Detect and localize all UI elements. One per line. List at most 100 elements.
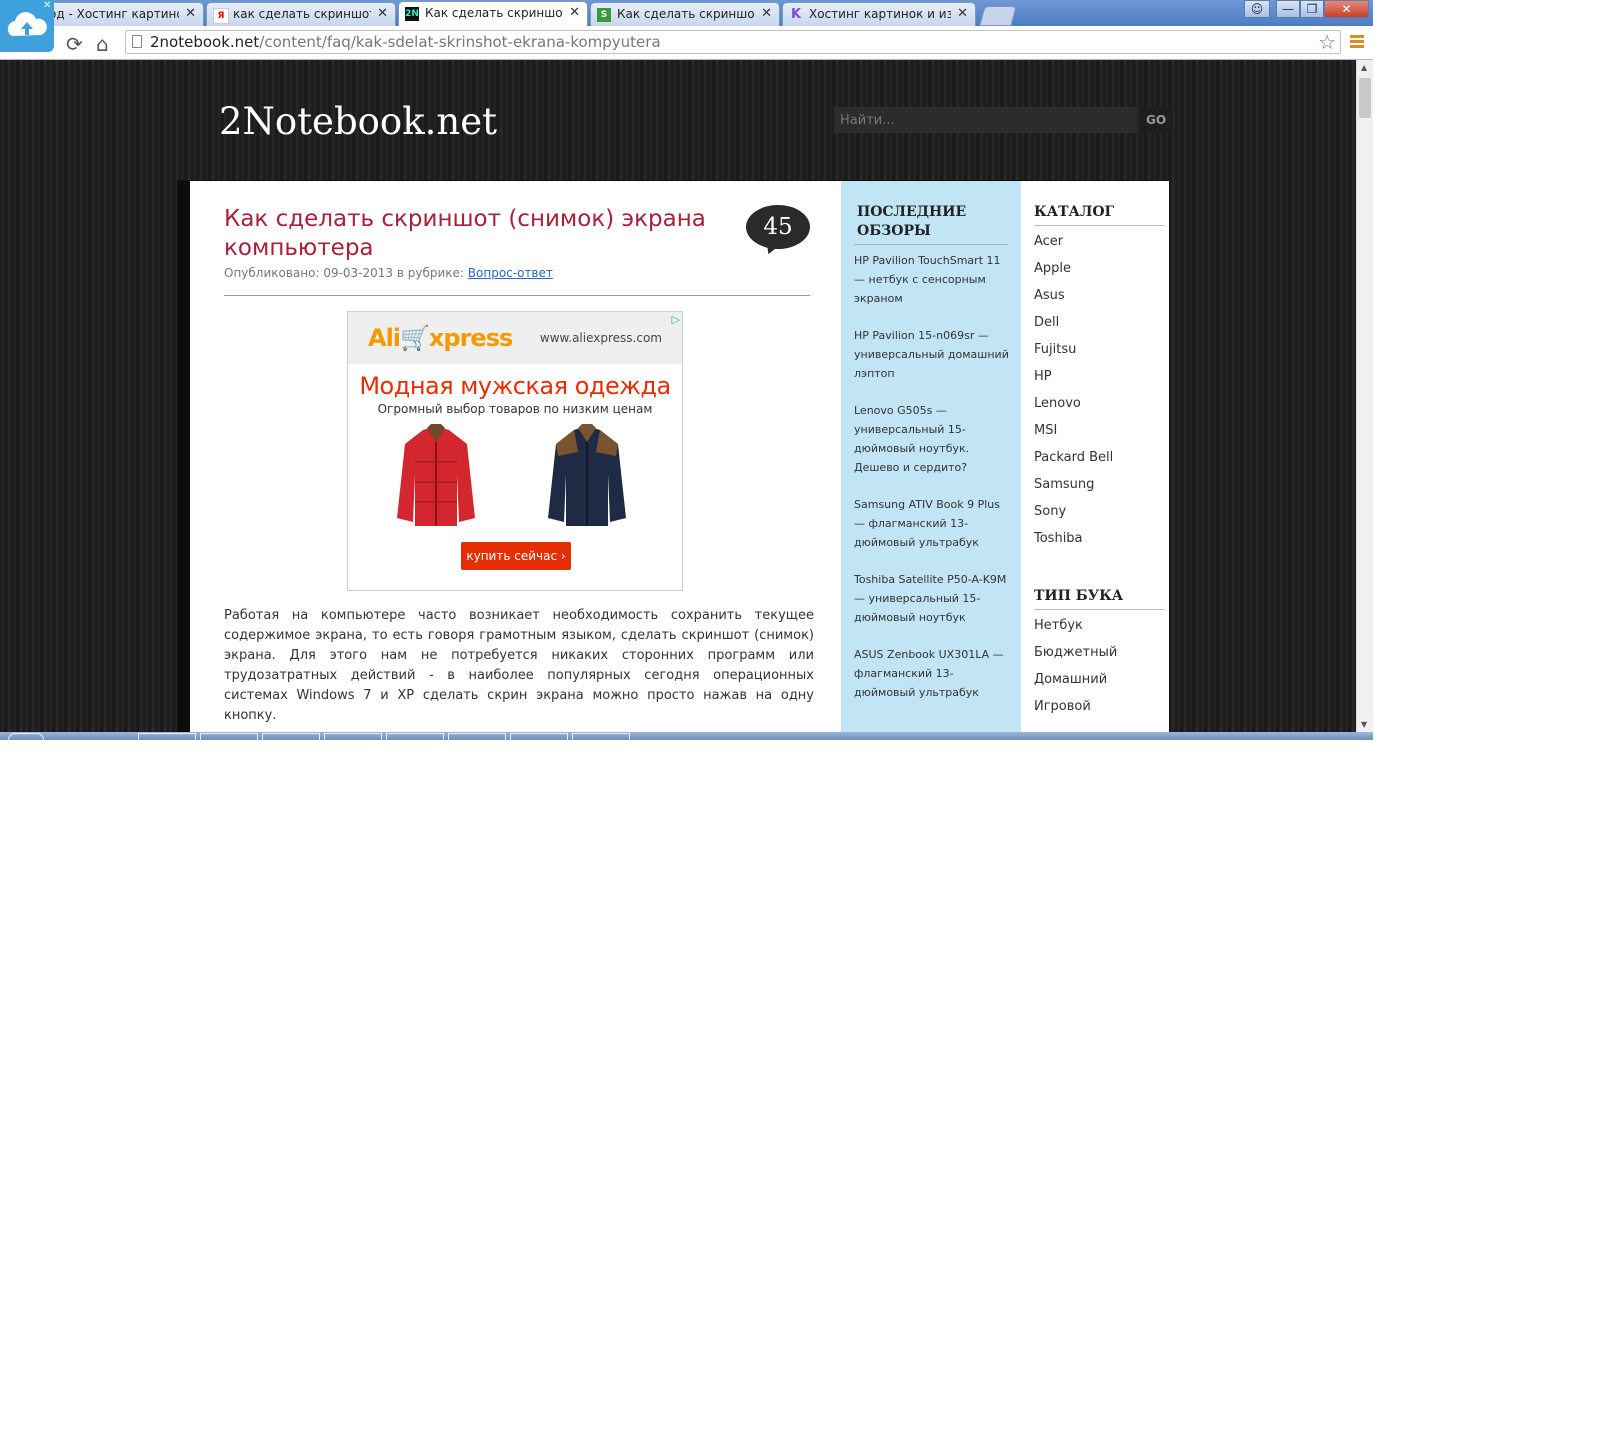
- widget-close-icon[interactable]: ✕: [43, 0, 51, 11]
- divider: [854, 244, 1008, 245]
- tab-label: Как сделать скриншот эк: [617, 7, 755, 21]
- web-page: 2Notebook.net GO Как сделать скриншот (с…: [0, 60, 1356, 732]
- taskbar-app[interactable]: [324, 733, 382, 740]
- catalog-item-asus[interactable]: Asus: [1034, 288, 1113, 315]
- tab-label: од - Хостинг картинок: [49, 7, 179, 21]
- catalog-item-hp[interactable]: HP: [1034, 369, 1113, 396]
- screenshot-area: од - Хостинг картинок ✕ Я как сделать ск…: [0, 0, 1373, 740]
- tab-close-icon[interactable]: ✕: [569, 5, 580, 20]
- aliexpress-ad-banner[interactable]: Ali🛒xpress www.aliexpress.com ▷ Модная м…: [347, 311, 683, 591]
- windows-taskbar: [0, 732, 1373, 740]
- browser-menu-icon[interactable]: [1350, 35, 1364, 50]
- category-link[interactable]: Вопрос-ответ: [468, 266, 553, 280]
- s-site-icon: S: [597, 8, 611, 22]
- review-link[interactable]: Samsung ATIV Book 9 Plus — флагманский 1…: [854, 495, 1014, 552]
- ad-logo-part2: xpress: [428, 324, 513, 352]
- catalog-item-fujitsu[interactable]: Fujitsu: [1034, 342, 1113, 369]
- cloud-upload-widget[interactable]: ✕: [0, 0, 54, 52]
- taskbar-app[interactable]: [510, 733, 568, 740]
- tab-label: Как сделать скриншот (с: [425, 6, 563, 20]
- ad-site-url: www.aliexpress.com: [539, 331, 662, 345]
- address-bar[interactable]: 2notebook.net/content/faq/kak-sdelat-skr…: [125, 30, 1341, 54]
- ad-headline: Модная мужская одежда: [359, 372, 671, 400]
- taskbar-app[interactable]: [138, 733, 196, 740]
- reviews-list: HP Pavilion TouchSmart 11 — нетбук с сен…: [854, 251, 1014, 720]
- search-go-button[interactable]: GO: [1139, 107, 1173, 133]
- meta-text: Опубликовано: 09-03-2013 в рубрике:: [224, 266, 468, 280]
- navy-jacket-image: [548, 424, 626, 526]
- adchoices-icon[interactable]: ▷: [672, 313, 680, 326]
- page-icon: [132, 35, 142, 48]
- article-column: Как сделать скриншот (снимок) экрана ком…: [190, 181, 841, 732]
- tab-2notebook[interactable]: 2N Как сделать скриншот (с ✕: [398, 1, 588, 26]
- catalog-item-dell[interactable]: Dell: [1034, 315, 1113, 342]
- minimize-icon[interactable]: —: [1276, 0, 1300, 18]
- url-domain: 2notebook.net: [150, 33, 260, 51]
- vertical-scrollbar[interactable]: ▲ ▼: [1356, 60, 1373, 732]
- aliexpress-logo: Ali🛒xpress: [368, 324, 513, 352]
- catalog-item-apple[interactable]: Apple: [1034, 261, 1113, 288]
- tab-s-site[interactable]: S Как сделать скриншот эк ✕: [590, 2, 780, 26]
- url-text: 2notebook.net/content/faq/kak-sdelat-skr…: [150, 33, 661, 51]
- home-icon[interactable]: ⌂: [96, 32, 109, 56]
- catalog-item-packard-bell[interactable]: Packard Bell: [1034, 450, 1113, 477]
- catalog-item-msi[interactable]: MSI: [1034, 423, 1113, 450]
- tab-close-icon[interactable]: ✕: [957, 6, 968, 21]
- browser-toolbar: ⟳ ⌂ 2notebook.net/content/faq/kak-sdelat…: [0, 26, 1373, 60]
- scroll-up-icon[interactable]: ▲: [1361, 63, 1367, 72]
- tab-close-icon[interactable]: ✕: [761, 6, 772, 21]
- ad-logo-part1: Ali: [368, 324, 401, 352]
- ad-header: Ali🛒xpress www.aliexpress.com ▷: [348, 312, 682, 364]
- review-link[interactable]: Lenovo G505s — универсальный 15-дюймовый…: [854, 401, 1014, 477]
- catalog-item-acer[interactable]: Acer: [1034, 234, 1113, 261]
- reload-icon[interactable]: ⟳: [66, 32, 83, 56]
- new-tab-button[interactable]: [979, 6, 1017, 26]
- search-input[interactable]: [834, 107, 1136, 133]
- tab-image-hosting[interactable]: од - Хостинг картинок ✕: [38, 2, 204, 26]
- type-item-home[interactable]: Домашний: [1034, 672, 1117, 699]
- review-link[interactable]: Toshiba Satellite P50-A-K9M — универсаль…: [854, 570, 1014, 627]
- catalog-title: КАТАЛОГ: [1034, 204, 1115, 220]
- article-title: Как сделать скриншот (снимок) экрана ком…: [224, 206, 706, 261]
- scrollbar-thumb[interactable]: [1359, 78, 1371, 118]
- site-logo[interactable]: 2Notebook.net: [219, 100, 497, 143]
- article-body: Работая на компьютере часто возникает не…: [224, 608, 814, 723]
- taskbar-app[interactable]: [262, 733, 320, 740]
- tab-label: как сделать скриншот эк: [233, 7, 371, 21]
- catalog-list: Acer Apple Asus Dell Fujitsu HP Lenovo M…: [1034, 234, 1113, 558]
- taskbar-app[interactable]: [200, 733, 258, 740]
- taskbar-app[interactable]: [386, 733, 444, 740]
- window-close-icon[interactable]: ✕: [1324, 0, 1369, 18]
- netbook-type-title: ТИП БУКА: [1034, 588, 1124, 604]
- article-meta: Опубликовано: 09-03-2013 в рубрике: Вопр…: [224, 266, 553, 280]
- type-item-netbook[interactable]: Нетбук: [1034, 618, 1117, 645]
- type-item-gaming[interactable]: Игровой: [1034, 699, 1117, 726]
- taskbar-app[interactable]: [448, 733, 506, 740]
- catalog-sidebar: КАТАЛОГ Acer Apple Asus Dell Fujitsu HP …: [1021, 181, 1169, 732]
- bookmark-star-icon[interactable]: ☆: [1318, 30, 1336, 54]
- catalog-item-toshiba[interactable]: Toshiba: [1034, 531, 1113, 558]
- type-item-budget[interactable]: Бюджетный: [1034, 645, 1117, 672]
- restore-icon[interactable]: ❐: [1300, 0, 1324, 18]
- tab-yandex-search[interactable]: Я как сделать скриншот эк ✕: [206, 2, 396, 26]
- review-link[interactable]: HP Pavilion TouchSmart 11 — нетбук с сен…: [854, 251, 1014, 308]
- review-link[interactable]: HP Pavilion 15-n069sr — универсальный до…: [854, 326, 1014, 383]
- 2notebook-icon: 2N: [405, 7, 419, 21]
- red-jacket-image: [397, 424, 475, 526]
- catalog-item-samsung[interactable]: Samsung: [1034, 477, 1113, 504]
- ad-buy-now-button[interactable]: купить сейчас ›: [461, 542, 571, 570]
- scroll-down-icon[interactable]: ▼: [1361, 720, 1367, 729]
- user-profile-icon[interactable]: ☺: [1244, 0, 1270, 18]
- ad-subline: Огромный выбор товаров по низким ценам: [377, 402, 653, 416]
- tab-close-icon[interactable]: ✕: [185, 6, 196, 21]
- tab-close-icon[interactable]: ✕: [377, 6, 388, 21]
- start-button[interactable]: [8, 733, 44, 740]
- tab-k-site[interactable]: K Хостинг картинок и изоб ✕: [782, 2, 976, 26]
- catalog-item-lenovo[interactable]: Lenovo: [1034, 396, 1113, 423]
- divider: [224, 295, 810, 296]
- review-link[interactable]: ASUS Zenbook UX301LA — флагманский 13-дю…: [854, 645, 1014, 702]
- catalog-item-sony[interactable]: Sony: [1034, 504, 1113, 531]
- taskbar-app[interactable]: [572, 733, 630, 740]
- cart-icon: 🛒: [400, 324, 430, 352]
- url-path: /content/faq/kak-sdelat-skrinshot-ekrana…: [259, 33, 661, 51]
